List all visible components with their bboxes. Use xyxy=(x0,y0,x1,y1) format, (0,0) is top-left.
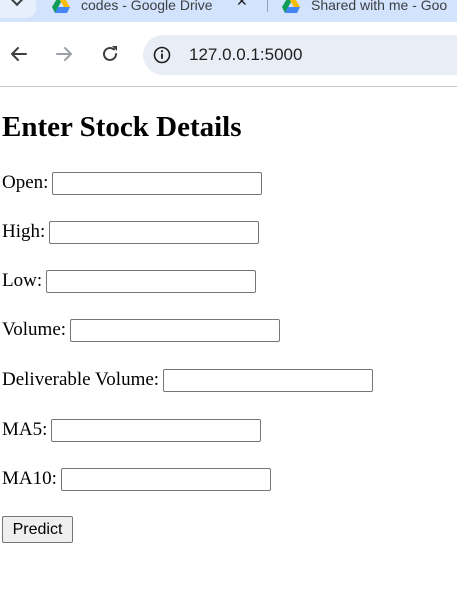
ma5-input[interactable] xyxy=(51,418,262,442)
ma5-label: MA5: xyxy=(2,419,48,440)
field-row-volume: Volume: xyxy=(2,317,281,343)
open-input[interactable] xyxy=(52,171,263,195)
site-info-icon[interactable] xyxy=(153,46,171,64)
reload-icon[interactable] xyxy=(99,43,121,65)
low-input[interactable] xyxy=(46,269,257,293)
chevron-down-icon xyxy=(9,0,25,7)
high-input[interactable] xyxy=(49,220,260,244)
predict-button[interactable]: Predict xyxy=(2,516,73,543)
field-row-low: Low: xyxy=(2,268,257,294)
high-label: High: xyxy=(2,221,46,242)
tab-separator xyxy=(267,0,268,12)
low-label: Low: xyxy=(2,270,43,291)
open-label: Open: xyxy=(2,172,49,193)
page-title: Enter Stock Details xyxy=(2,111,242,143)
field-row-high: High: xyxy=(2,219,260,245)
tab-search-button[interactable] xyxy=(0,0,36,18)
tab-close-icon[interactable]: ✕ xyxy=(236,0,248,10)
forward-arrow-icon[interactable] xyxy=(53,43,75,65)
tab-shared-with-me[interactable]: Shared with me - Goo xyxy=(282,0,447,22)
tab-title: Shared with me - Goo xyxy=(311,0,448,13)
tab-title: codes - Google Drive xyxy=(81,0,213,13)
deliverable-volume-input[interactable] xyxy=(163,368,374,392)
tab-codes-google-drive[interactable]: codes - Google Drive xyxy=(52,0,213,22)
back-arrow-icon[interactable] xyxy=(8,43,30,65)
volume-label: Volume: xyxy=(2,319,67,340)
deliverable-volume-label: Deliverable Volume: xyxy=(2,369,160,390)
field-row-open: Open: xyxy=(2,170,263,196)
google-drive-icon xyxy=(282,0,300,13)
google-drive-icon xyxy=(52,0,70,13)
volume-input[interactable] xyxy=(70,318,281,342)
ma10-input[interactable] xyxy=(60,467,271,491)
field-row-ma5: MA5: xyxy=(2,417,262,443)
field-row-deliverable-volume: Deliverable Volume: xyxy=(2,367,374,393)
field-row-ma10: MA10: xyxy=(2,466,271,492)
address-bar[interactable]: 127.0.0.1:5000 xyxy=(143,35,457,75)
browser-toolbar: 127.0.0.1:5000 xyxy=(0,26,457,87)
tab-strip: codes - Google Drive ✕ Shared with me - … xyxy=(0,0,457,22)
address-bar-url[interactable]: 127.0.0.1:5000 xyxy=(189,45,302,65)
ma10-label: MA10: xyxy=(2,468,57,489)
